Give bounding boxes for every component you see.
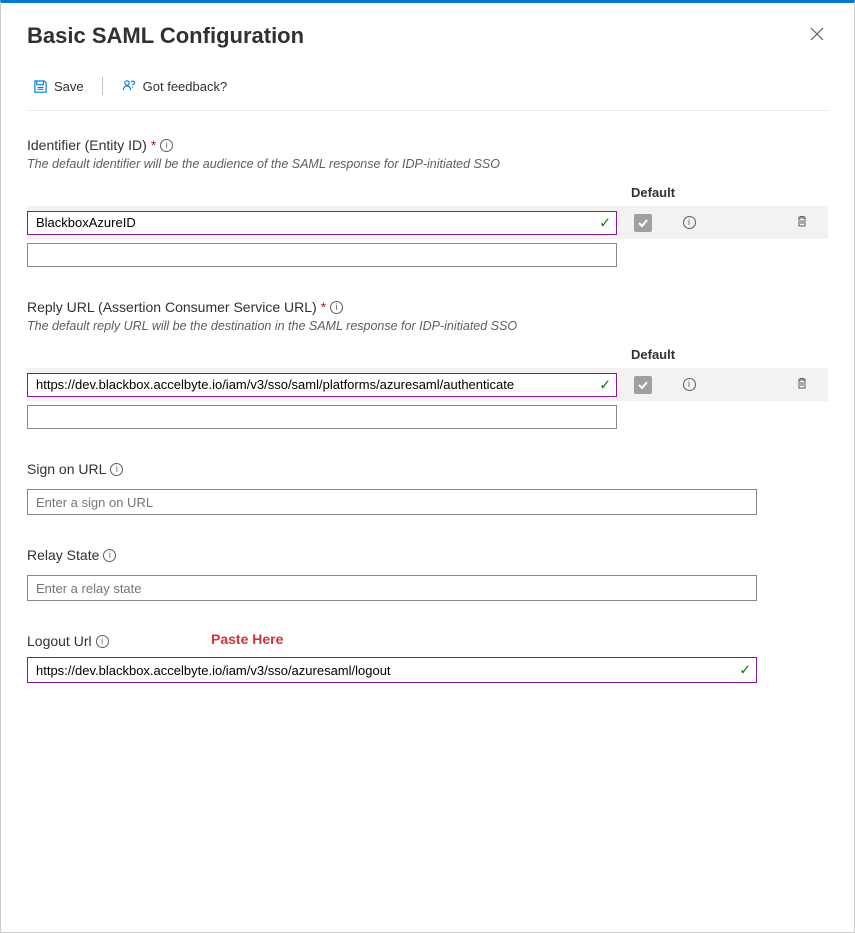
close-icon: [810, 27, 824, 41]
reply-url-input[interactable]: [27, 373, 617, 397]
trash-icon: [795, 376, 809, 393]
default-column-header: Default: [617, 185, 828, 206]
sign-on-url-section: Sign on URL i: [27, 461, 828, 515]
toolbar: Save Got feedback?: [27, 74, 828, 111]
identifier-label: Identifier (Entity ID) * i: [27, 137, 828, 153]
info-icon[interactable]: i: [103, 549, 116, 562]
paste-here-annotation: Paste Here: [211, 631, 283, 647]
identifier-input[interactable]: [27, 211, 617, 235]
required-mark: *: [321, 299, 326, 315]
delete-row-button[interactable]: [791, 210, 813, 235]
reply-url-table-header: Default: [27, 347, 828, 368]
reply-url-label-text: Reply URL (Assertion Consumer Service UR…: [27, 299, 317, 315]
info-icon: i: [683, 378, 696, 391]
delete-row-button[interactable]: [791, 372, 813, 397]
save-label: Save: [54, 79, 84, 94]
logout-url-input[interactable]: [27, 657, 757, 683]
row-info-button[interactable]: i: [679, 212, 700, 233]
save-button[interactable]: Save: [27, 75, 90, 98]
relay-state-label-text: Relay State: [27, 547, 99, 563]
default-column-header: Default: [617, 347, 828, 368]
reply-url-input-empty[interactable]: [27, 405, 617, 429]
close-button[interactable]: [806, 23, 828, 50]
toolbar-separator: [102, 77, 103, 95]
identifier-desc: The default identifier will be the audie…: [27, 157, 828, 171]
relay-state-label: Relay State i: [27, 547, 828, 563]
identifier-section: Identifier (Entity ID) * i The default i…: [27, 137, 828, 267]
reply-url-desc: The default reply URL will be the destin…: [27, 319, 828, 333]
default-checkbox[interactable]: [634, 376, 652, 394]
info-icon[interactable]: i: [110, 463, 123, 476]
identifier-label-text: Identifier (Entity ID): [27, 137, 147, 153]
info-icon[interactable]: i: [330, 301, 343, 314]
panel-header: Basic SAML Configuration: [27, 23, 828, 50]
logout-url-section: Logout Url i Paste Here ✓: [27, 633, 828, 683]
sign-on-url-label: Sign on URL i: [27, 461, 828, 477]
reply-url-row-empty: [27, 401, 828, 429]
reply-url-section: Reply URL (Assertion Consumer Service UR…: [27, 299, 828, 429]
reply-url-label: Reply URL (Assertion Consumer Service UR…: [27, 299, 828, 315]
save-icon: [33, 79, 48, 94]
sign-on-url-label-text: Sign on URL: [27, 461, 106, 477]
page-title: Basic SAML Configuration: [27, 23, 304, 49]
info-icon[interactable]: i: [160, 139, 173, 152]
feedback-icon: [121, 78, 137, 94]
required-mark: *: [151, 137, 156, 153]
logout-url-label-text: Logout Url: [27, 633, 92, 649]
identifier-table-header: Default: [27, 185, 828, 206]
identifier-row-empty: [27, 239, 828, 267]
feedback-button[interactable]: Got feedback?: [115, 74, 234, 98]
identifier-row: ✓ i: [27, 206, 828, 239]
identifier-input-empty[interactable]: [27, 243, 617, 267]
info-icon: i: [683, 216, 696, 229]
default-checkbox[interactable]: [634, 214, 652, 232]
feedback-label: Got feedback?: [143, 79, 228, 94]
trash-icon: [795, 214, 809, 231]
row-info-button[interactable]: i: [679, 374, 700, 395]
sign-on-url-input[interactable]: [27, 489, 757, 515]
info-icon[interactable]: i: [96, 635, 109, 648]
relay-state-input[interactable]: [27, 575, 757, 601]
relay-state-section: Relay State i: [27, 547, 828, 601]
reply-url-row: ✓ i: [27, 368, 828, 401]
